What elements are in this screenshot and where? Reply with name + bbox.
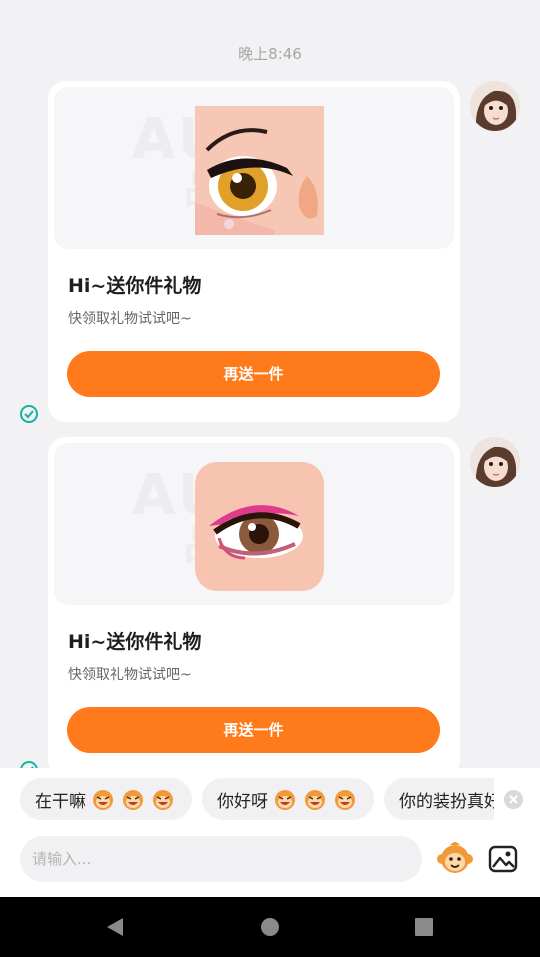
monkey-face-icon[interactable] [436, 839, 474, 877]
gift-eye-image[interactable] [195, 462, 324, 591]
avatar[interactable] [470, 81, 520, 131]
monkey-laugh-emoji-icon [153, 790, 173, 810]
card-subtitle: 快领取礼物试试吧~ [68, 311, 192, 327]
avatar[interactable] [470, 437, 520, 487]
message-timestamp: 晚上8:46 [238, 45, 302, 63]
recents-square-icon[interactable] [412, 915, 436, 939]
message-input-box[interactable] [20, 836, 422, 882]
home-circle-icon[interactable] [258, 915, 282, 939]
gift-card[interactable]: AURA 品牌 [48, 81, 460, 422]
message-input[interactable] [20, 836, 422, 882]
image-icon[interactable] [488, 844, 518, 874]
monkey-laugh-emoji-icon [305, 790, 325, 810]
sent-check-icon [20, 405, 38, 423]
monkey-laugh-emoji-icon [93, 790, 113, 810]
monkey-laugh-emoji-icon [123, 790, 143, 810]
chat-area: 晚上8:46 AURA 品牌 [0, 0, 540, 768]
quick-reply-chip[interactable]: 你好呀 [202, 778, 374, 820]
quick-reply-chip[interactable]: 在干嘛 [20, 778, 192, 820]
sent-check-icon [20, 761, 38, 768]
quick-reply-label: 你的装扮真好 [399, 791, 494, 812]
quick-reply-chip[interactable]: 你的装扮真好 [384, 778, 494, 820]
card-title: Hi~送你件礼物 [68, 275, 202, 297]
card-title: Hi~送你件礼物 [68, 631, 202, 653]
quick-reply-label: 你好呀 [217, 791, 268, 812]
back-triangle-icon[interactable] [103, 915, 127, 939]
quick-reply-label: 在干嘛 [35, 791, 86, 812]
gift-card[interactable]: AURA 品牌 Hi~送你件礼物 [48, 437, 460, 768]
system-navigation-bar [0, 897, 540, 957]
close-icon[interactable] [504, 790, 523, 809]
composer-panel: 在干嘛 你好呀 你的装扮真好 [0, 768, 540, 897]
gift-preview-area: AURA 品牌 [54, 443, 454, 605]
gift-preview-area: AURA 品牌 [54, 87, 454, 249]
monkey-laugh-emoji-icon [275, 790, 295, 810]
card-subtitle: 快领取礼物试试吧~ [68, 667, 192, 683]
send-another-button[interactable]: 再送一件 [67, 351, 440, 397]
send-another-button[interactable]: 再送一件 [67, 707, 440, 753]
monkey-laugh-emoji-icon [335, 790, 355, 810]
gift-eye-image[interactable] [195, 106, 324, 235]
